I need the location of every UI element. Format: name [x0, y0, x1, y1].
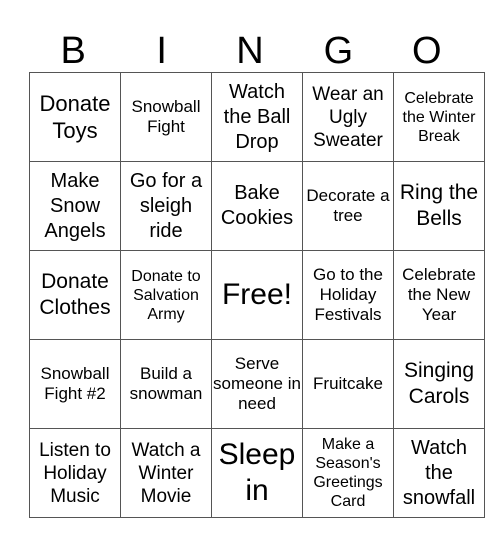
bingo-cell[interactable]: Singing Carols — [393, 339, 485, 429]
bingo-cell[interactable]: Ring the Bells — [393, 161, 485, 251]
bingo-cell[interactable]: Celebrate the New Year — [393, 250, 485, 340]
free-space[interactable]: Free! — [211, 250, 303, 340]
bingo-cell[interactable]: Fruitcake — [302, 339, 394, 429]
bingo-header: B I N G O — [29, 30, 471, 72]
bingo-board: Donate Toys Snowball Fight Watch the Bal… — [29, 72, 485, 518]
bingo-cell[interactable]: Watch the snowfall — [393, 428, 485, 518]
bingo-cell[interactable]: Donate to Salvation Army — [120, 250, 212, 340]
header-letter-b: B — [60, 30, 86, 72]
bingo-cell[interactable]: Celebrate the Winter Break — [393, 72, 485, 162]
bingo-cell[interactable]: Decorate a tree — [302, 161, 394, 251]
bingo-cell[interactable]: Snowball Fight #2 — [29, 339, 121, 429]
header-letter-o: O — [412, 30, 442, 72]
bingo-cell[interactable]: Watch the Ball Drop — [211, 72, 303, 162]
bingo-cell[interactable]: Donate Clothes — [29, 250, 121, 340]
bingo-cell[interactable]: Snowball Fight — [120, 72, 212, 162]
bingo-cell[interactable]: Go to the Holiday Festivals — [302, 250, 394, 340]
bingo-cell[interactable]: Wear an Ugly Sweater — [302, 72, 394, 162]
bingo-cell[interactable]: Listen to Holiday Music — [29, 428, 121, 518]
bingo-cell[interactable]: Make a Season's Greetings Card — [302, 428, 394, 518]
board-row: Donate Toys Snowball Fight Watch the Bal… — [29, 72, 485, 162]
bingo-cell[interactable]: Bake Cookies — [211, 161, 303, 251]
bingo-cell[interactable]: Go for a sleigh ride — [120, 161, 212, 251]
bingo-cell[interactable]: Donate Toys — [29, 72, 121, 162]
bingo-cell[interactable]: Watch a Winter Movie — [120, 428, 212, 518]
bingo-cell[interactable]: Serve someone in need — [211, 339, 303, 429]
bingo-cell[interactable]: Build a snowman — [120, 339, 212, 429]
bingo-cell[interactable]: Make Snow Angels — [29, 161, 121, 251]
header-letter-g: G — [323, 30, 354, 72]
board-row: Make Snow Angels Go for a sleigh ride Ba… — [29, 161, 485, 251]
board-row: Donate Clothes Donate to Salvation Army … — [29, 250, 485, 340]
board-row: Snowball Fight #2 Build a snowman Serve … — [29, 339, 485, 429]
board-row: Listen to Holiday Music Watch a Winter M… — [29, 428, 485, 518]
header-letter-i: I — [156, 30, 167, 72]
header-letter-n: N — [236, 30, 264, 72]
bingo-cell[interactable]: Sleep in — [211, 428, 303, 518]
